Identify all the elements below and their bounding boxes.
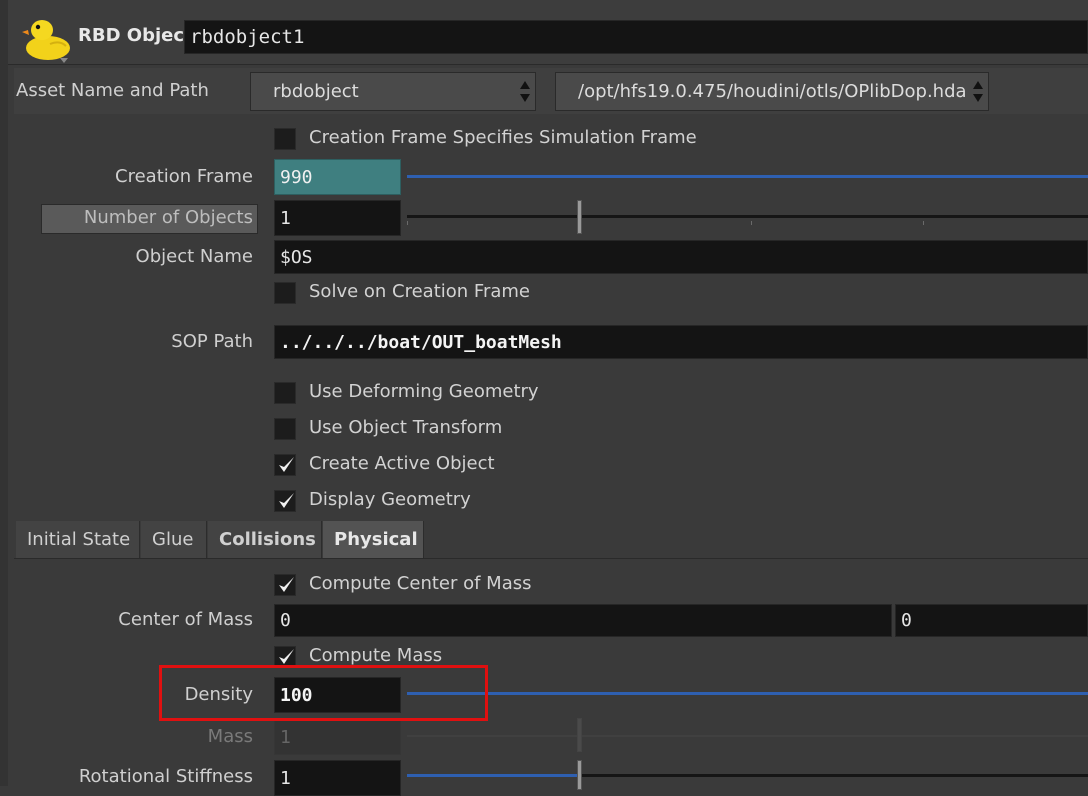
tab-label: Collisions	[219, 529, 316, 550]
asset-path-dropdown[interactable]: /opt/hfs19.0.475/houdini/otls/OPlibDop.h…	[555, 72, 989, 111]
mass-slider-handle	[577, 718, 582, 752]
rubber-duck-icon[interactable]	[20, 10, 76, 66]
creation-frame-label: Creation Frame	[115, 166, 253, 187]
object-name-label: Object Name	[135, 246, 253, 267]
tab-initial-state[interactable]: Initial State	[16, 521, 140, 558]
asset-name-value: rbdobject	[273, 81, 359, 102]
sop-path-field[interactable]: ../../../boat/OUT_boatMesh	[274, 325, 1088, 359]
checkmark-icon	[279, 457, 294, 472]
asset-label: Asset Name and Path	[16, 80, 209, 101]
tab-label: Physical	[334, 529, 418, 550]
left-edge-strip	[0, 0, 8, 786]
checkmark-icon	[279, 577, 294, 592]
mass-label: Mass	[207, 726, 253, 747]
node-type-label: RBD Object	[78, 25, 193, 46]
mass-field: 1	[274, 719, 401, 755]
use-deforming-geometry-label: Use Deforming Geometry	[309, 381, 539, 402]
density-slider-fill	[407, 692, 1088, 695]
solve-on-creation-label: Solve on Creation Frame	[309, 281, 530, 302]
use-object-transform-checkbox[interactable]	[274, 418, 296, 440]
slider-tick	[407, 221, 408, 225]
tab-label: Glue	[152, 529, 194, 550]
center-of-mass-label: Center of Mass	[118, 609, 253, 630]
asset-path-value: /opt/hfs19.0.475/houdini/otls/OPlibDop.h…	[578, 81, 967, 102]
tab-physical[interactable]: Physical	[323, 521, 424, 558]
create-active-object-label: Create Active Object	[309, 453, 495, 474]
center-of-mass-x-field[interactable]: 0	[274, 604, 892, 637]
rotational-stiffness-field[interactable]: 1	[274, 760, 401, 796]
number-of-objects-label: Number of Objects	[83, 207, 253, 228]
center-of-mass-y-field[interactable]: 0	[895, 604, 1088, 637]
number-of-objects-field[interactable]: 1	[274, 200, 401, 236]
up-down-arrows-icon	[973, 81, 983, 102]
asset-name-dropdown[interactable]: rbdobject	[250, 72, 536, 111]
node-name-field[interactable]: rbdobject1	[184, 20, 1088, 54]
rotational-stiffness-label: Rotational Stiffness	[78, 766, 253, 787]
highlight-box	[159, 665, 488, 721]
compute-center-of-mass-label: Compute Center of Mass	[309, 573, 532, 594]
mass-slider-track	[407, 735, 1088, 737]
creation-frame-field[interactable]: 990	[274, 159, 401, 195]
compute-center-of-mass-checkbox[interactable]	[274, 574, 296, 596]
solve-on-creation-checkbox[interactable]	[274, 282, 296, 304]
create-active-object-checkbox[interactable]	[274, 454, 296, 476]
number-of-objects-slider-track[interactable]	[407, 215, 1088, 218]
creation-frame-slider-fill	[407, 175, 1088, 178]
creation-frame-specifies-checkbox[interactable]	[274, 128, 296, 150]
object-name-field[interactable]: $OS	[274, 240, 1088, 274]
tab-collisions[interactable]: Collisions	[208, 521, 322, 558]
sop-path-label: SOP Path	[171, 331, 253, 352]
use-deforming-geometry-checkbox[interactable]	[274, 382, 296, 404]
up-down-arrows-icon	[520, 81, 530, 102]
checkmark-icon	[279, 649, 294, 664]
slider-tick	[923, 221, 924, 225]
use-object-transform-label: Use Object Transform	[309, 417, 503, 438]
number-of-objects-slider-handle[interactable]	[577, 200, 582, 234]
creation-frame-specifies-label: Creation Frame Specifies Simulation Fram…	[309, 127, 697, 148]
compute-mass-label: Compute Mass	[309, 645, 443, 666]
checkmark-icon	[279, 493, 294, 508]
tab-label: Initial State	[27, 529, 131, 550]
slider-tick	[751, 221, 752, 225]
display-geometry-label: Display Geometry	[309, 489, 471, 510]
rotational-stiffness-slider-fill	[407, 774, 577, 777]
display-geometry-checkbox[interactable]	[274, 490, 296, 512]
tab-glue[interactable]: Glue	[141, 521, 207, 558]
